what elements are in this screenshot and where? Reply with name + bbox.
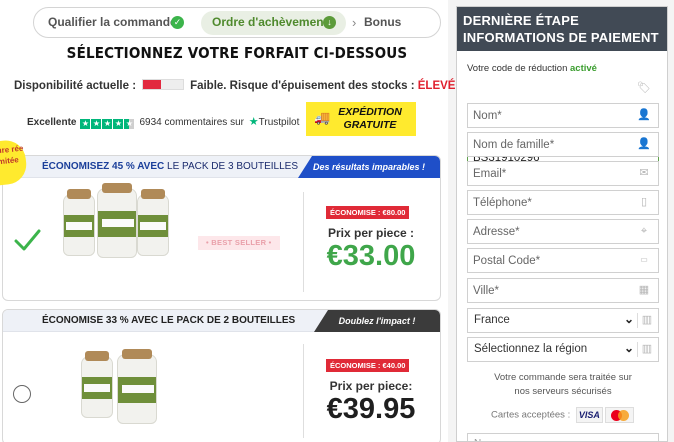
check-icon: ✓ bbox=[171, 16, 184, 29]
region-select[interactable]: Sélectionnez la région ⌄ ▥ bbox=[467, 337, 659, 362]
coupon-status: activé bbox=[570, 63, 597, 74]
first-name-input[interactable] bbox=[467, 103, 659, 128]
secure-server-note: Votre commande sera traitée sur nos serv… bbox=[467, 371, 659, 399]
discount-badge: ÉCONOMISE : €80.00 bbox=[326, 206, 410, 219]
rating-label: Excellente bbox=[27, 117, 77, 128]
address-input[interactable] bbox=[467, 219, 659, 244]
bottle-image bbox=[81, 351, 113, 418]
trustpilot-brand: Trustpilot bbox=[258, 117, 300, 128]
package-savings: ÉCONOMISEZ 45 % AVEC bbox=[42, 161, 165, 172]
bottle-image bbox=[137, 189, 169, 256]
package-ribbon: Des résultats imparables ! bbox=[298, 156, 440, 178]
price-label: Prix per piece: bbox=[329, 379, 413, 393]
star-icon: ★ bbox=[113, 119, 124, 129]
stock-level-bar bbox=[142, 79, 185, 91]
trustpilot-logo-icon: ★ bbox=[248, 116, 259, 128]
star-icon: ★ bbox=[102, 119, 113, 129]
coupon-label: Votre code de réduction activé bbox=[467, 63, 597, 74]
payment-header: DERNIÈRE ÉTAPE INFORMATIONS DE PAIEMENT bbox=[457, 7, 667, 51]
zip-icon: ▭ bbox=[640, 255, 648, 264]
package-card-3-bottles[interactable]: ÉCONOMISEZ 45 % AVEC LE PACK DE 3 BOUTEI… bbox=[2, 155, 441, 301]
next-field-partial[interactable]: N... bbox=[467, 433, 659, 441]
stock-status: Disponibilité actuelle : Faible. Risque d… bbox=[14, 79, 456, 92]
chevron-down-icon: ⌄ bbox=[623, 341, 634, 355]
package-selection-panel: Qualifier la commande ✓ Ordre d'achèveme… bbox=[0, 0, 455, 442]
postal-code-input[interactable] bbox=[467, 248, 659, 273]
package-header: ÉCONOMISEZ 45 % AVEC LE PACK DE 3 BOUTEI… bbox=[3, 156, 440, 178]
phone-icon: ▯ bbox=[640, 196, 648, 208]
cards-label: Cartes acceptées : bbox=[491, 409, 571, 421]
trustpilot-rating: Excellente ★ ★ ★ ★ ★ 6934 commentaires sur ★Tr… bbox=[27, 115, 299, 129]
user-icon: 👤 bbox=[637, 109, 651, 121]
secure-line1: Votre commande sera traitée sur bbox=[494, 372, 632, 383]
phone-input[interactable] bbox=[467, 190, 659, 215]
chevron-down-icon: ⌄ bbox=[623, 312, 634, 326]
bestseller-tag: • BEST SELLER • bbox=[198, 236, 280, 250]
email-input[interactable] bbox=[467, 161, 659, 186]
half-star-icon: ★ bbox=[124, 119, 135, 129]
payment-title-line2: INFORMATIONS DE PAIEMENT bbox=[463, 30, 659, 45]
package-description: ÉCONOMISE 33 % AVEC LE PACK DE 2 BOUTEIL… bbox=[42, 315, 296, 326]
secure-line2: nos serveurs sécurisés bbox=[514, 386, 612, 397]
tag-icon: 🏷 bbox=[637, 82, 651, 94]
location-pin-icon: ⌖ bbox=[640, 225, 648, 237]
package-price: €39.95 bbox=[326, 393, 416, 425]
city-input[interactable] bbox=[467, 278, 659, 303]
step-bonus: Bonus bbox=[364, 15, 402, 29]
coupon-label-text: Votre code de réduction bbox=[467, 63, 568, 74]
country-value: France bbox=[474, 314, 510, 326]
visa-logo-icon: VISA bbox=[575, 407, 603, 423]
rating-stars: ★ ★ ★ ★ ★ bbox=[80, 117, 135, 129]
payment-form-panel: DERNIÈRE ÉTAPE INFORMATIONS DE PAIEMENT … bbox=[456, 6, 668, 442]
bottle-image bbox=[97, 183, 137, 258]
building-icon: ▥ bbox=[641, 314, 653, 326]
star-icon: ★ bbox=[80, 119, 91, 129]
building-icon: ▥ bbox=[641, 343, 653, 355]
payment-title-line1: DERNIÈRE ÉTAPE bbox=[463, 13, 579, 28]
mail-icon: ✉ bbox=[639, 167, 649, 179]
step-complete-order: Ordre d'achèvement bbox=[212, 15, 328, 29]
divider bbox=[303, 192, 304, 292]
stock-label: Disponibilité actuelle : bbox=[14, 80, 137, 92]
bottle-image bbox=[63, 189, 95, 256]
package-header: ÉCONOMISE 33 % AVEC LE PACK DE 2 BOUTEIL… bbox=[3, 310, 440, 332]
user-icon: 👤 bbox=[637, 138, 651, 150]
truck-icon: 🚚 bbox=[314, 110, 331, 125]
stock-level-fill bbox=[143, 80, 162, 90]
package-ribbon: Doublez l'impact ! bbox=[314, 310, 440, 332]
page-title: SÉLECTIONNEZ VOTRE FORFAIT CI-DESSOUS bbox=[66, 44, 408, 62]
package-price: €33.00 bbox=[326, 240, 416, 272]
discount-badge: ÉCONOMISE : €40.00 bbox=[326, 359, 410, 372]
arrow-down-icon: ↓ bbox=[323, 16, 336, 29]
divider bbox=[303, 344, 304, 438]
accepted-cards: Cartes acceptées : VISA bbox=[491, 407, 634, 423]
package-radio-button[interactable] bbox=[13, 385, 31, 403]
checkout-progress: Qualifier la commande ✓ Ordre d'achèveme… bbox=[33, 7, 441, 38]
last-name-input[interactable] bbox=[467, 132, 659, 157]
package-description: LE PACK DE 3 BOUTEILLES bbox=[164, 161, 299, 172]
mastercard-logo-icon bbox=[604, 407, 634, 423]
free-shipping-badge: 🚚 EXPÉDITION GRATUITE bbox=[306, 102, 416, 136]
bottle-image bbox=[117, 349, 157, 424]
step-qualify: Qualifier la commande bbox=[48, 15, 177, 29]
region-value: Sélectionnez la région bbox=[474, 343, 588, 355]
checkmark-icon bbox=[14, 229, 41, 251]
review-count: 6934 commentaires sur bbox=[139, 117, 244, 128]
star-icon: ★ bbox=[91, 119, 102, 129]
city-icon: ▦ bbox=[638, 284, 650, 296]
package-card-2-bottles[interactable]: ÉCONOMISE 33 % AVEC LE PACK DE 2 BOUTEIL… bbox=[2, 309, 441, 442]
chevron-right-icon: › bbox=[352, 15, 357, 30]
country-select[interactable]: France ⌄ ▥ bbox=[467, 308, 659, 333]
price-label: Prix per piece : bbox=[327, 226, 415, 240]
stock-warning: Faible. Risque d'épuisement des stocks : bbox=[190, 80, 415, 92]
stock-risk-level: ÉLEVÉ bbox=[417, 80, 456, 92]
